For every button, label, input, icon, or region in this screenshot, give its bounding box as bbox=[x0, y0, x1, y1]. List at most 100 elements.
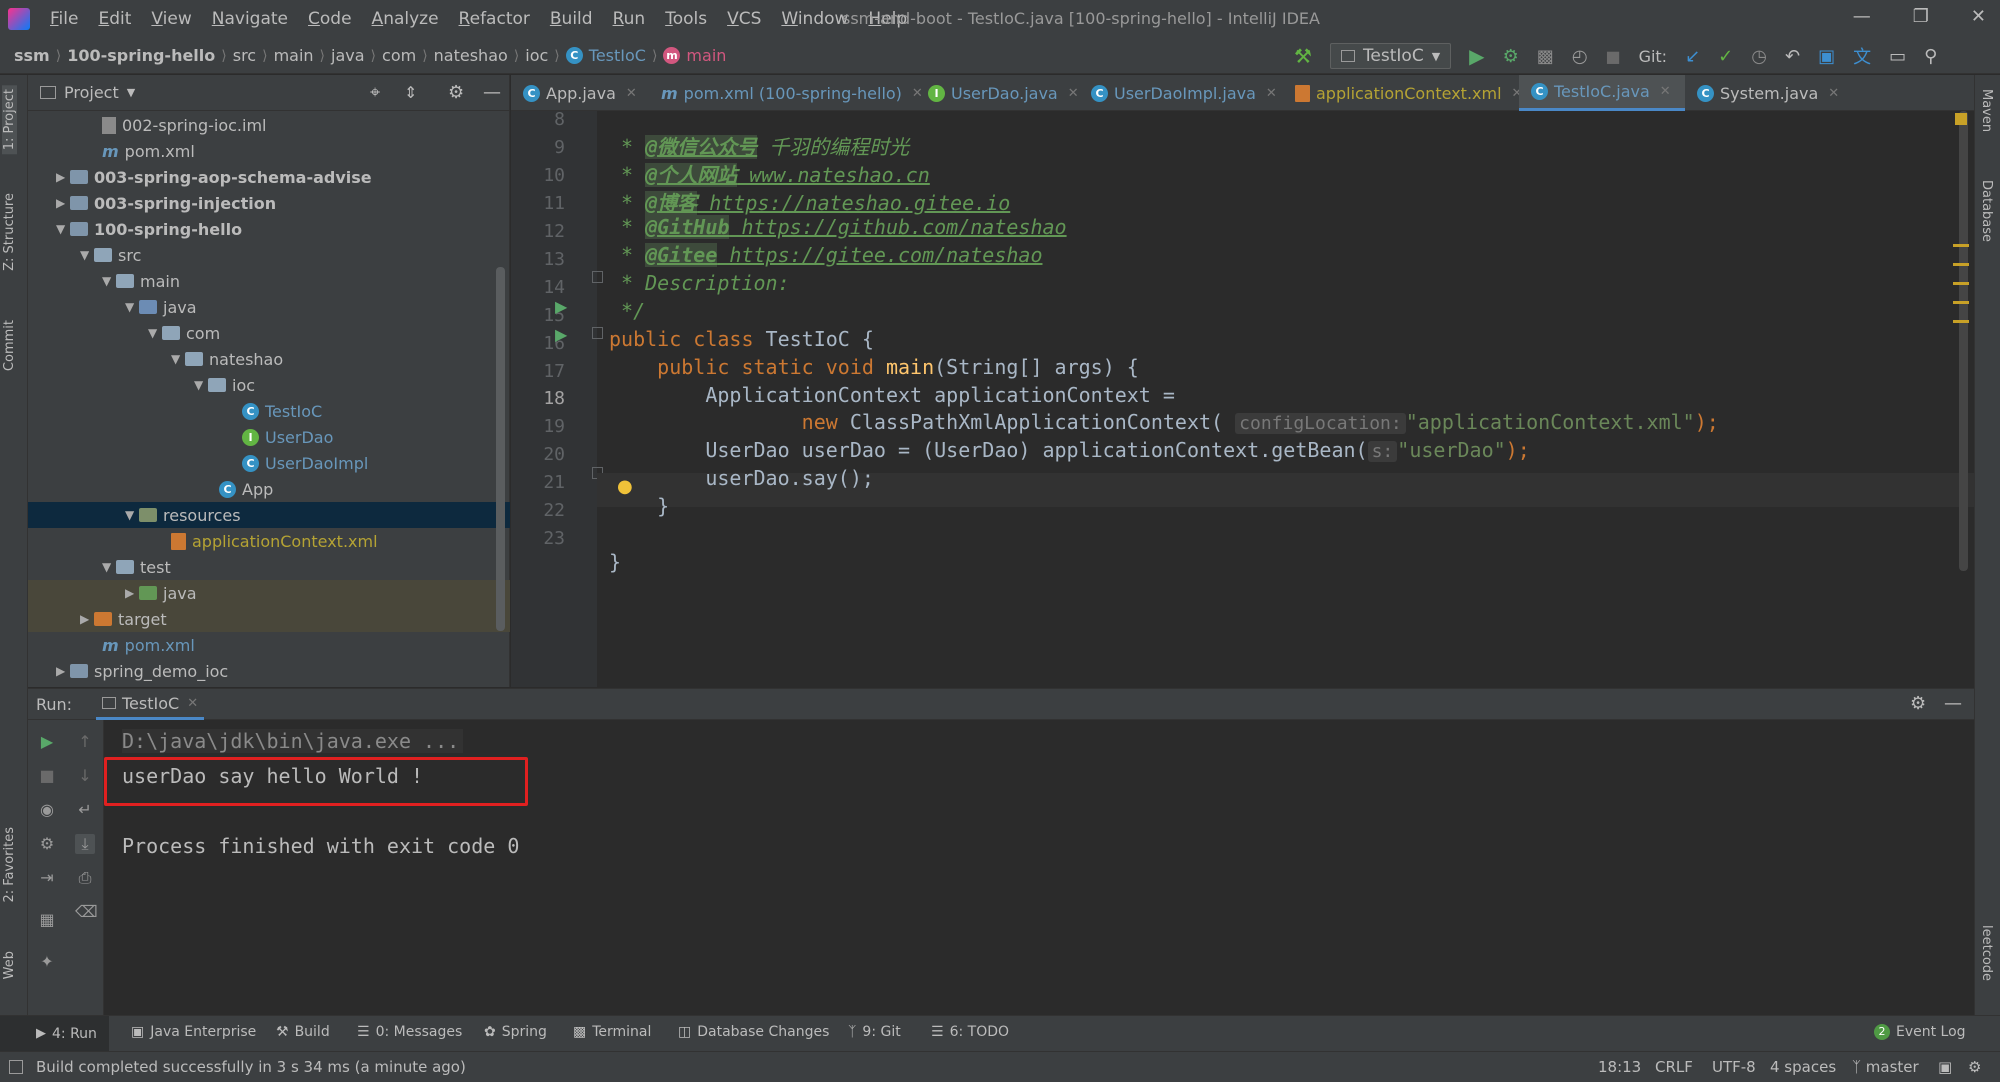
tool-todo[interactable]: ☰ 6: TODO bbox=[931, 1024, 1009, 1040]
breadcrumb-item[interactable]: com bbox=[382, 46, 416, 65]
arrow-down-icon[interactable]: ↓ bbox=[75, 766, 95, 786]
memory-indicator-icon[interactable]: ⚙ bbox=[1968, 1058, 1981, 1076]
menu-tools[interactable]: Tools bbox=[665, 9, 707, 29]
tab-favorites[interactable]: 2: Favorites bbox=[2, 827, 17, 903]
close-icon[interactable]: ✕ bbox=[1828, 86, 1839, 101]
tool-java-enterprise[interactable]: ▣ Java Enterprise bbox=[131, 1024, 256, 1040]
rerun-icon[interactable]: ▶ bbox=[37, 732, 57, 752]
breadcrumb-item[interactable]: 100-spring-hello bbox=[67, 46, 215, 65]
line-separator[interactable]: CRLF bbox=[1655, 1058, 1693, 1076]
git-branch[interactable]: ᛉ master bbox=[1852, 1058, 1919, 1076]
run-tab-testioc[interactable]: TestIoC ✕ bbox=[96, 689, 205, 720]
tool-build[interactable]: ⚒ Build bbox=[276, 1024, 330, 1040]
tab-userdaoimpl-java[interactable]: C UserDaoImpl.java ✕ bbox=[1079, 75, 1277, 111]
tree-item[interactable]: ▼ src bbox=[80, 242, 141, 268]
menu-vcs[interactable]: VCS bbox=[727, 9, 761, 29]
menu-navigate[interactable]: Navigate bbox=[212, 9, 288, 29]
expand-arrow-icon[interactable]: ▶ bbox=[56, 664, 70, 678]
fold-icon[interactable] bbox=[592, 327, 603, 339]
tab-maven[interactable]: Maven bbox=[1979, 89, 1994, 132]
build-hammer-icon[interactable]: ⚒ bbox=[1294, 44, 1312, 68]
breadcrumb-item[interactable]: TestIoC bbox=[589, 46, 646, 65]
tool-terminal[interactable]: ▩ Terminal bbox=[573, 1024, 651, 1040]
tree-item[interactable]: ▼ com bbox=[148, 320, 220, 346]
code-editor[interactable]: 8 9 10 11 12 13 14 15 16 17 18 19 20 21 … bbox=[511, 111, 1974, 687]
tab-web[interactable]: Web bbox=[2, 951, 17, 979]
coverage-icon[interactable]: ▩ bbox=[1537, 46, 1554, 67]
status-toggle-icon[interactable] bbox=[9, 1060, 23, 1074]
menu-view[interactable]: View bbox=[151, 9, 191, 29]
tree-item[interactable]: m pom.xml bbox=[102, 632, 195, 658]
tree-item[interactable]: ▶ 003-spring-injection bbox=[56, 190, 276, 216]
tool-database-changes[interactable]: ◫ Database Changes bbox=[678, 1024, 829, 1040]
git-update-icon[interactable]: ↙ bbox=[1685, 46, 1700, 67]
breadcrumb-item[interactable]: main bbox=[686, 46, 726, 65]
collapse-all-icon[interactable]: ⇕ bbox=[404, 83, 417, 102]
tree-item[interactable]: ▼ main bbox=[102, 268, 180, 294]
tree-item[interactable]: 002-spring-ioc.iml bbox=[102, 112, 267, 138]
tree-item[interactable]: ▼ nateshao bbox=[171, 346, 283, 372]
close-icon[interactable]: ✕ bbox=[626, 86, 637, 101]
project-panel-title[interactable]: Project bbox=[64, 83, 119, 102]
lock-icon[interactable]: ▣ bbox=[1938, 1058, 1952, 1076]
close-icon[interactable]: ✕ bbox=[187, 696, 198, 711]
tree-item[interactable]: ▼ java bbox=[125, 294, 197, 320]
expand-arrow-icon[interactable]: ▶ bbox=[125, 586, 139, 600]
camera-icon[interactable]: ◉ bbox=[37, 800, 57, 820]
tree-item[interactable]: ▶ java bbox=[28, 580, 510, 606]
tree-item[interactable]: ▶ 003-spring-aop-schema-advise bbox=[56, 164, 372, 190]
console-output[interactable]: D:\java\jdk\bin\java.exe ... userDao say… bbox=[104, 720, 1974, 1015]
expand-arrow-icon[interactable]: ▶ bbox=[80, 612, 94, 626]
tree-item[interactable]: C TestIoC bbox=[242, 398, 322, 424]
menu-file[interactable]: File bbox=[50, 9, 78, 29]
breadcrumb-item[interactable]: src bbox=[233, 46, 256, 65]
breadcrumb-item[interactable]: ioc bbox=[525, 46, 548, 65]
tab-testioc-java[interactable]: C TestIoC.java ✕ bbox=[1519, 75, 1685, 111]
tree-item[interactable]: applicationContext.xml bbox=[171, 528, 378, 554]
stop-icon[interactable]: ■ bbox=[1605, 47, 1620, 66]
scroll-to-end-icon[interactable]: ⤓ bbox=[75, 834, 95, 854]
hide-icon[interactable]: — bbox=[483, 82, 501, 103]
tree-item[interactable]: I UserDao bbox=[242, 424, 333, 450]
close-icon[interactable]: ✕ bbox=[1068, 86, 1079, 101]
hide-icon[interactable]: — bbox=[1944, 693, 1962, 714]
collapse-arrow-icon[interactable]: ▼ bbox=[171, 352, 185, 366]
collapse-arrow-icon[interactable]: ▼ bbox=[56, 222, 70, 236]
breadcrumb-item[interactable]: nateshao bbox=[434, 46, 508, 65]
git-rollback-icon[interactable]: ↶ bbox=[1785, 46, 1800, 67]
arrow-up-icon[interactable]: ↑ bbox=[75, 732, 95, 752]
exit-icon[interactable]: ⇥ bbox=[37, 868, 57, 888]
locate-icon[interactable]: ⌖ bbox=[370, 82, 380, 103]
run-gutter-icon[interactable]: ▶ bbox=[555, 325, 567, 344]
run-configuration-select[interactable]: TestIoC ▼ bbox=[1329, 43, 1452, 69]
close-icon[interactable]: ✕ bbox=[1266, 86, 1277, 101]
tab-app-java[interactable]: C App.java ✕ bbox=[511, 75, 637, 111]
breadcrumb-item[interactable]: ssm bbox=[14, 46, 50, 65]
editor-scrollbar[interactable] bbox=[1959, 111, 1968, 571]
tree-item[interactable]: C UserDaoImpl bbox=[242, 450, 368, 476]
breadcrumb-item[interactable]: java bbox=[331, 46, 365, 65]
presentation-icon[interactable]: ▭ bbox=[1889, 46, 1906, 67]
status-message[interactable]: Build completed successfully in 3 s 34 m… bbox=[36, 1058, 466, 1076]
warning-marker-icon[interactable] bbox=[1955, 113, 1967, 125]
run-icon[interactable]: ▶ bbox=[1469, 44, 1484, 68]
run-gutter-icon[interactable]: ▶ bbox=[555, 297, 567, 316]
collapse-arrow-icon[interactable]: ▼ bbox=[125, 300, 139, 314]
restore-icon[interactable]: ❐ bbox=[1913, 6, 1929, 27]
tool-run[interactable]: ▶ 4: Run bbox=[0, 1016, 109, 1051]
tree-item-selected[interactable]: ▼ resources bbox=[28, 502, 510, 528]
profile-icon[interactable]: ◴ bbox=[1572, 46, 1588, 67]
breadcrumb-item[interactable]: main bbox=[274, 46, 314, 65]
tab-userdao-java[interactable]: I UserDao.java ✕ bbox=[916, 75, 1079, 111]
tree-item[interactable]: ▼ ioc bbox=[194, 372, 255, 398]
fold-icon[interactable] bbox=[592, 271, 603, 283]
search-icon[interactable]: ⚲ bbox=[1924, 46, 1937, 67]
stop-icon[interactable]: ■ bbox=[37, 766, 57, 786]
tab-leetcode[interactable]: leetcode bbox=[1979, 925, 1994, 981]
tree-item[interactable]: ▼ 100-spring-hello bbox=[56, 216, 242, 242]
tab-system-java[interactable]: C System.java ✕ bbox=[1685, 75, 1839, 111]
trash-icon[interactable]: ⌫ bbox=[75, 902, 98, 922]
menu-edit[interactable]: Edit bbox=[98, 9, 131, 29]
tool-git[interactable]: ᛉ 9: Git bbox=[848, 1024, 901, 1040]
collapse-arrow-icon[interactable]: ▼ bbox=[125, 508, 139, 522]
